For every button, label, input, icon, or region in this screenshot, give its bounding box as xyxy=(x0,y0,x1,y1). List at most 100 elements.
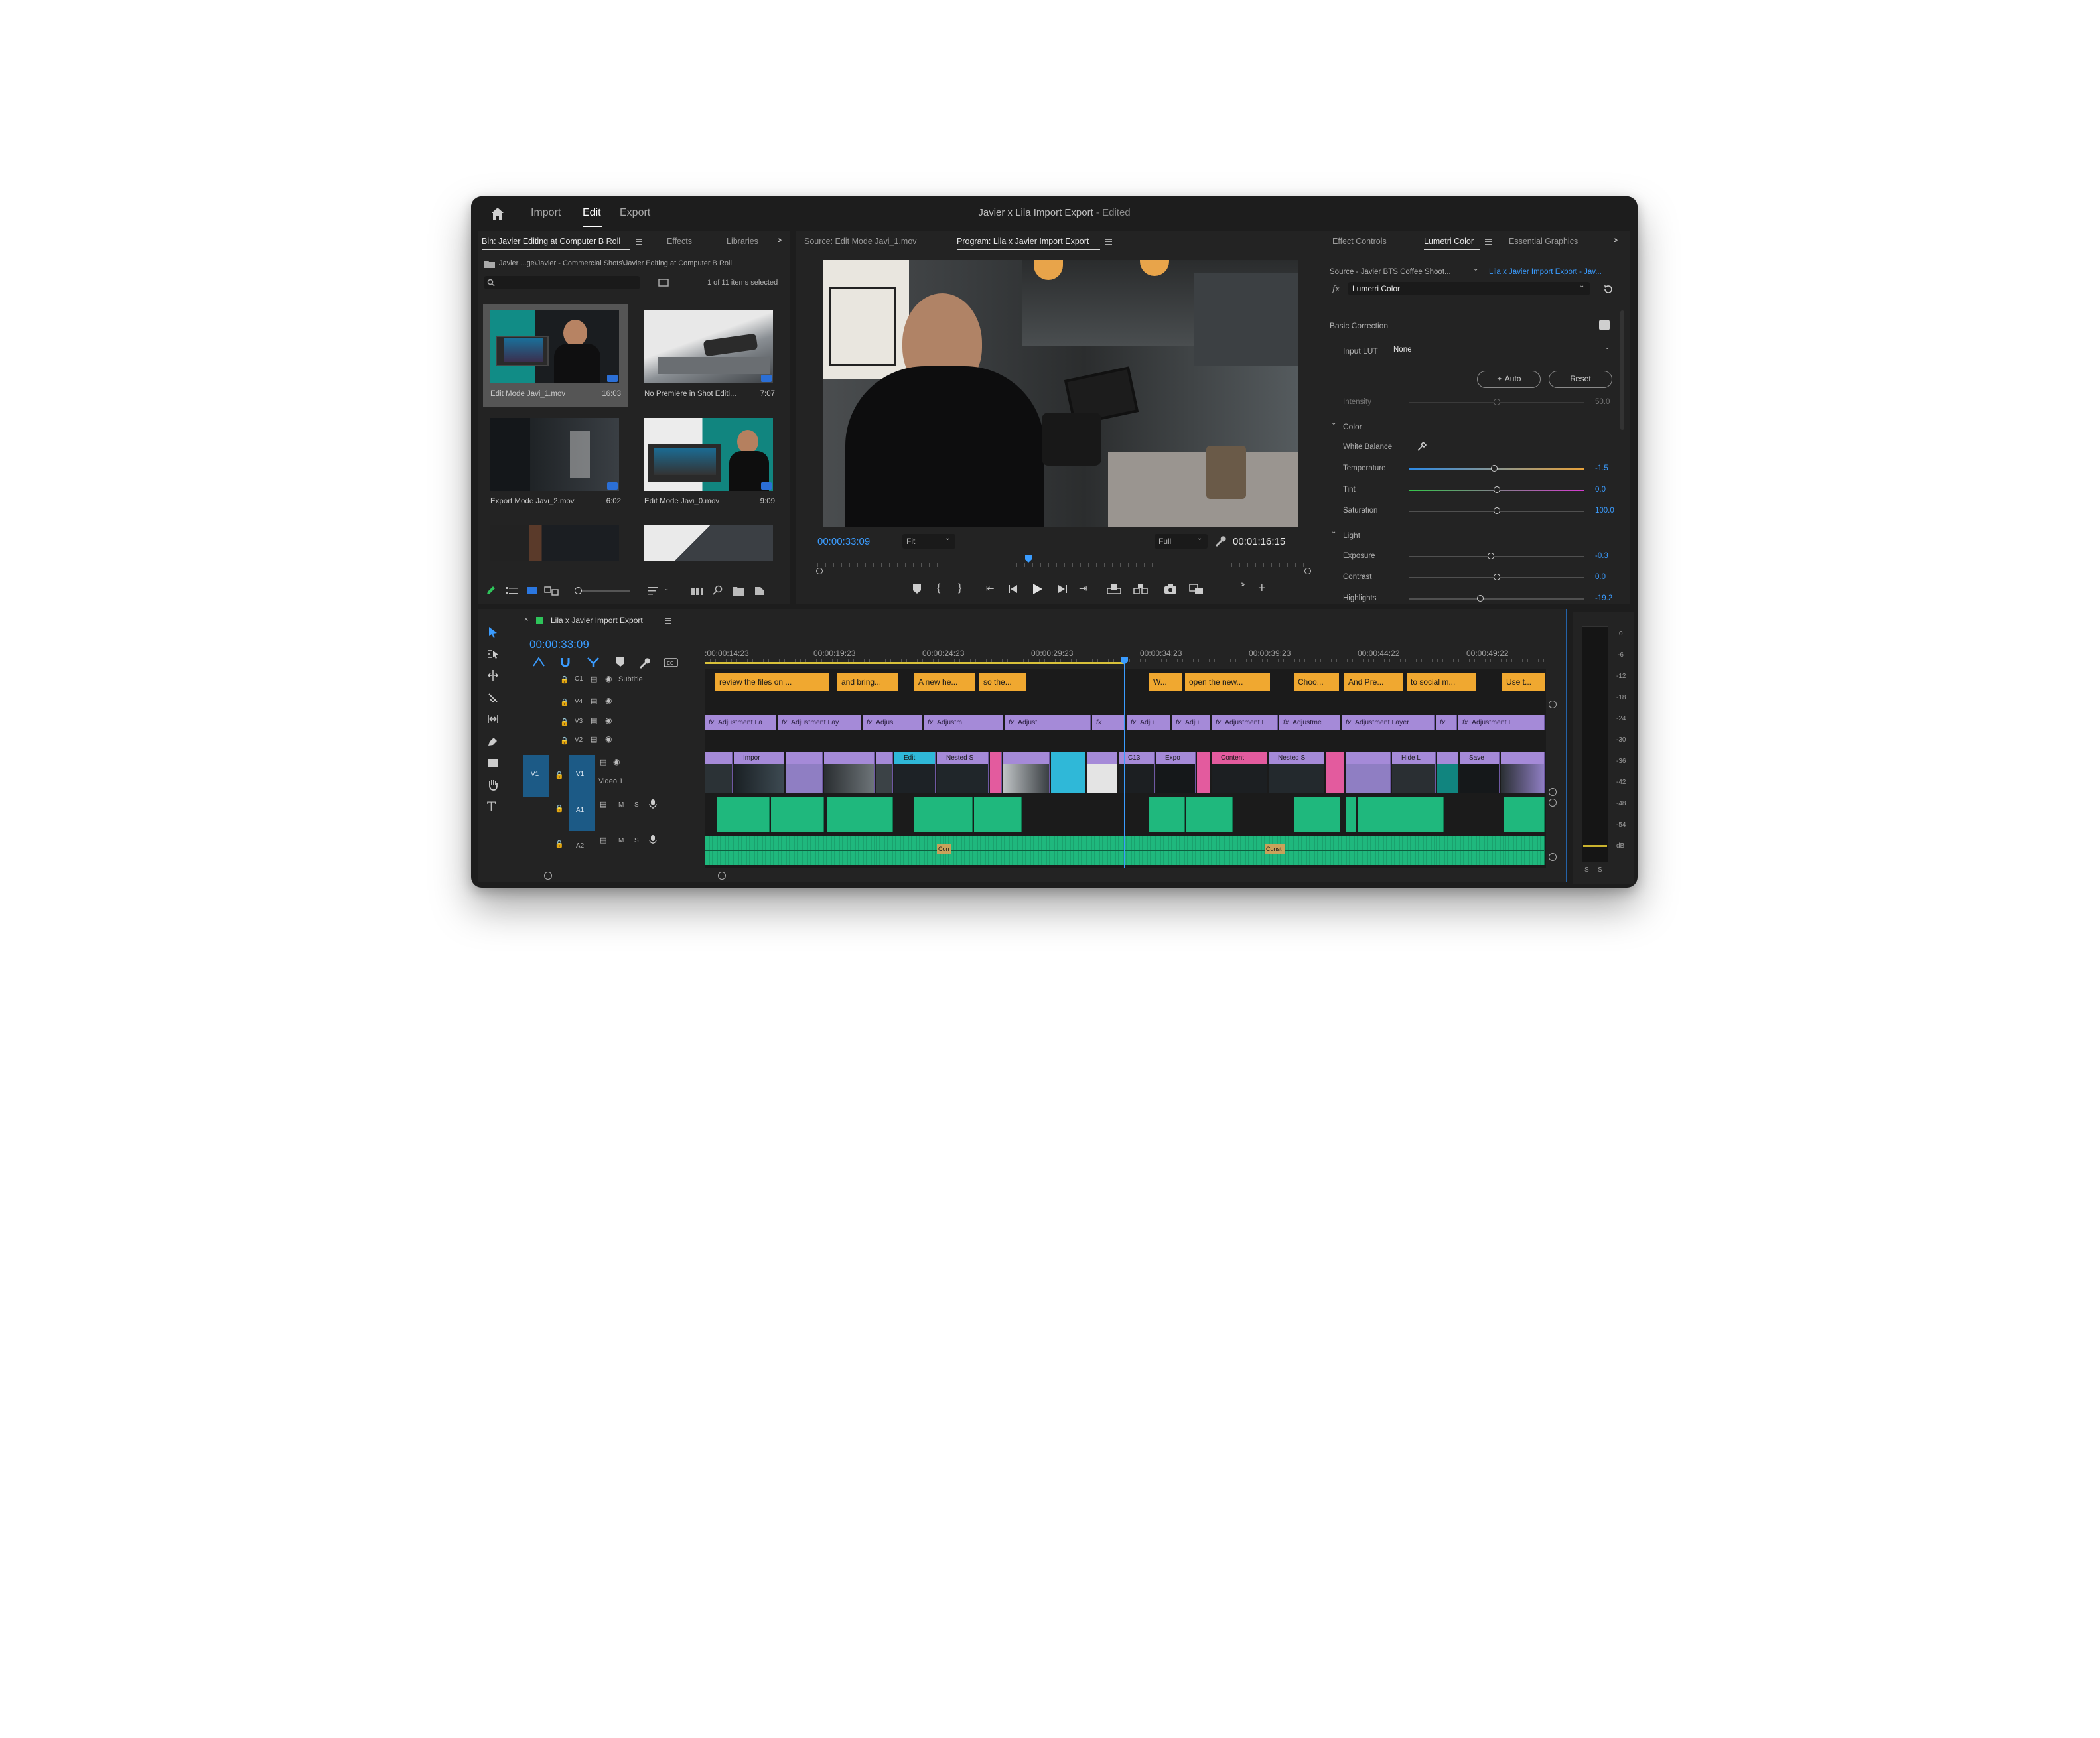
temperature-knob[interactable] xyxy=(1491,465,1498,472)
mute-button[interactable]: M xyxy=(618,837,624,844)
audio-clip[interactable] xyxy=(1346,797,1356,832)
list-view-icon[interactable] xyxy=(506,586,518,596)
lock-icon[interactable]: 🔒 xyxy=(560,675,569,684)
source-patch-v1[interactable]: V1 xyxy=(523,755,549,797)
video-clip[interactable] xyxy=(1051,752,1085,793)
video-clip[interactable] xyxy=(705,752,733,793)
lift-icon[interactable] xyxy=(1107,584,1121,594)
clip-thumbnail[interactable] xyxy=(637,519,782,561)
zoom-handle-right[interactable] xyxy=(1304,568,1311,574)
sequence-menu-icon[interactable] xyxy=(665,618,671,624)
clip-thumbnail[interactable]: Edit Mode Javi_0.mov 9:09 xyxy=(637,411,782,515)
tab-source-monitor[interactable]: Source: Edit Mode Javi_1.mov xyxy=(804,237,917,246)
video-clip[interactable] xyxy=(1437,752,1458,793)
tab-effects[interactable]: Effects xyxy=(667,237,692,246)
new-folder-icon[interactable] xyxy=(733,586,744,596)
zoom-slider-knob[interactable] xyxy=(575,587,582,594)
track-scroll-handle[interactable] xyxy=(1549,788,1557,796)
adjustment-clip[interactable]: fx Adjustment Layer xyxy=(1342,715,1435,730)
eye-icon[interactable]: ◉ xyxy=(605,716,612,725)
basic-correction-checkbox[interactable] xyxy=(1599,320,1610,330)
adjustment-clip[interactable]: fx Adjustm xyxy=(924,715,1003,730)
go-to-out-icon[interactable]: ⇥ xyxy=(1079,582,1087,594)
solo-right-button[interactable]: S xyxy=(1598,866,1602,874)
subtitle-clip[interactable]: Choo... xyxy=(1294,673,1339,691)
temperature-value[interactable]: -1.5 xyxy=(1595,464,1608,472)
pen-tool-icon[interactable] xyxy=(487,736,499,747)
freeform-view-icon[interactable] xyxy=(544,586,559,596)
highlights-slider[interactable] xyxy=(1409,598,1584,600)
audio-clip[interactable] xyxy=(914,797,973,832)
track-scroll-handle[interactable] xyxy=(1549,853,1557,861)
section-color[interactable]: Color xyxy=(1343,422,1362,431)
video-clip[interactable] xyxy=(1501,752,1545,793)
wrench-icon[interactable] xyxy=(1214,535,1226,547)
lumetri-target[interactable]: Lila x Javier Import Export - Jav... xyxy=(1489,268,1602,276)
subtitle-clip[interactable]: so the... xyxy=(979,673,1026,691)
audio-clip[interactable] xyxy=(717,797,770,832)
subtitle-clip[interactable]: and bring... xyxy=(837,673,898,691)
subtitle-clip[interactable]: Use t... xyxy=(1502,673,1545,691)
track-scroll-handle[interactable] xyxy=(1549,799,1557,807)
linked-selection-icon[interactable] xyxy=(587,657,600,667)
ripple-edit-tool-icon[interactable] xyxy=(487,670,499,681)
lumetri-source[interactable]: Source - Javier BTS Coffee Shoot... xyxy=(1330,268,1451,276)
sequence-tab[interactable]: Lila x Javier Import Export xyxy=(551,616,643,625)
icon-view-icon[interactable] xyxy=(527,586,537,596)
sync-lock-icon[interactable]: ▤ xyxy=(591,675,597,683)
rectangle-tool-icon[interactable] xyxy=(487,758,499,768)
adjustment-clip[interactable]: fx Adju xyxy=(1172,715,1210,730)
audio-clip[interactable] xyxy=(1358,797,1444,832)
work-area-bar[interactable] xyxy=(705,662,1124,664)
quality-dropdown[interactable]: Full ⌄ xyxy=(1155,534,1208,549)
add-marker-icon[interactable] xyxy=(912,584,922,594)
adjustment-clip[interactable]: fx xyxy=(1092,715,1125,730)
lock-icon[interactable]: 🔒 xyxy=(555,840,564,848)
microphone-icon[interactable] xyxy=(649,799,657,809)
eye-icon[interactable]: ◉ xyxy=(605,674,612,683)
subtitle-clip[interactable]: review the files on ... xyxy=(715,673,829,691)
find-icon[interactable] xyxy=(713,585,723,596)
auto-button[interactable]: ✦ Auto xyxy=(1477,371,1541,388)
sync-lock-icon[interactable]: ▤ xyxy=(591,697,597,705)
intensity-value[interactable]: 50.0 xyxy=(1595,398,1610,406)
sync-lock-icon[interactable]: ▤ xyxy=(600,758,606,766)
step-forward-icon[interactable] xyxy=(1058,584,1067,594)
video-clip[interactable]: Nested S xyxy=(1269,752,1324,793)
search-input[interactable] xyxy=(484,276,640,289)
mark-in-icon[interactable]: { xyxy=(937,582,940,594)
lumetri-menu-icon[interactable] xyxy=(1485,239,1492,245)
program-menu-icon[interactable] xyxy=(1105,239,1112,245)
fit-dropdown[interactable]: Fit ⌄ xyxy=(902,534,955,549)
track-select-tool-icon[interactable] xyxy=(487,649,499,659)
solo-button[interactable]: S xyxy=(634,801,639,809)
audio-clip[interactable] xyxy=(1294,797,1340,832)
highlights-value[interactable]: -19.2 xyxy=(1595,594,1612,602)
zoom-slider[interactable] xyxy=(577,590,630,592)
type-tool-icon[interactable]: T xyxy=(487,799,496,815)
adjustment-clip[interactable]: fx Adjust xyxy=(1005,715,1091,730)
tint-value[interactable]: 0.0 xyxy=(1595,486,1606,494)
tab-essential-graphics[interactable]: Essential Graphics xyxy=(1509,237,1578,246)
audio-clip[interactable] xyxy=(974,797,1022,832)
adjustment-clip[interactable]: fx Adjustment L xyxy=(1212,715,1278,730)
tab-libraries[interactable]: Libraries xyxy=(727,237,758,246)
sort-dropdown-chevron-icon[interactable]: ⌄ xyxy=(664,585,669,592)
lock-icon[interactable]: 🔒 xyxy=(555,771,564,779)
intensity-knob[interactable] xyxy=(1494,399,1500,405)
exposure-value[interactable]: -0.3 xyxy=(1595,552,1608,560)
tint-knob[interactable] xyxy=(1494,486,1500,493)
video-clip[interactable] xyxy=(786,752,823,793)
solo-button[interactable]: S xyxy=(634,837,639,844)
timeline-playhead[interactable] xyxy=(1124,662,1125,868)
subtitle-clip[interactable]: to social m... xyxy=(1407,673,1476,691)
tab-bin[interactable]: Bin: Javier Editing at Computer B Roll xyxy=(482,237,620,246)
subtitle-clip[interactable]: W... xyxy=(1149,673,1182,691)
audio-clip[interactable] xyxy=(1186,797,1233,832)
chevron-down-icon[interactable]: ⌄ xyxy=(1331,528,1336,535)
adjustment-clip[interactable]: fx Adjustment La xyxy=(705,715,776,730)
pencil-icon[interactable] xyxy=(486,585,496,596)
adjustment-clip[interactable]: fx Adju xyxy=(1127,715,1170,730)
contrast-value[interactable]: 0.0 xyxy=(1595,573,1606,581)
step-back-icon[interactable] xyxy=(1009,584,1018,594)
